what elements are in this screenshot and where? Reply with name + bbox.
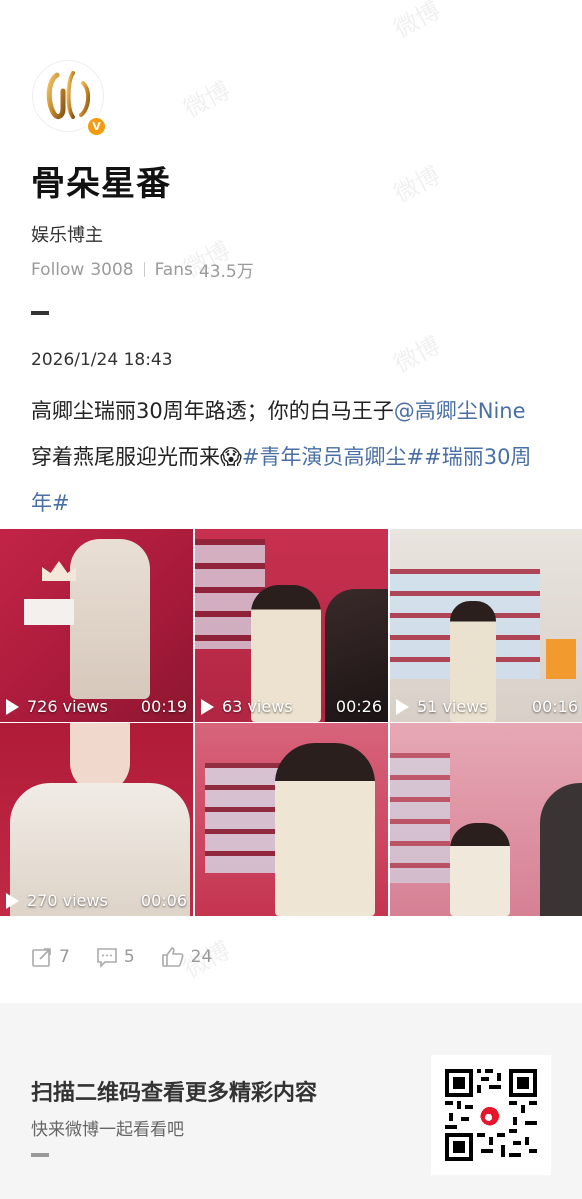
mention-link[interactable]: @高卿尘Nine: [394, 399, 526, 423]
comment-button[interactable]: 5: [96, 946, 135, 968]
divider-dash: [31, 1153, 49, 1157]
verified-badge-icon: V: [86, 116, 107, 137]
video-grid: 726 views 00:19 63 views 00:26 51 views …: [0, 529, 582, 916]
video-thumbnail[interactable]: 270 views 00:06: [0, 723, 193, 916]
person-figure: [70, 539, 150, 699]
video-meta: 270 views 00:06: [6, 891, 187, 910]
video-views: 726 views: [27, 697, 108, 716]
video-meta: 63 views 00:26: [201, 697, 382, 716]
follow-count[interactable]: 3008: [90, 260, 133, 280]
video-meta: 726 views 00:19: [6, 697, 187, 716]
like-button[interactable]: 24: [161, 946, 213, 968]
video-duration: 00:26: [335, 697, 382, 716]
fans-count[interactable]: 43.5万: [199, 257, 254, 282]
play-icon: [6, 892, 19, 909]
video-duration: 00:19: [140, 697, 187, 716]
comment-icon: [97, 948, 117, 968]
comment-count: 5: [123, 947, 135, 967]
play-icon: [6, 698, 19, 715]
watermark: 微博: [389, 0, 445, 44]
bystander-figure: [540, 783, 582, 916]
follow-label[interactable]: Follow: [31, 260, 84, 280]
qr-code-icon: [445, 1069, 537, 1161]
video-thumbnail[interactable]: 51 views 00:16: [390, 529, 582, 722]
video-duration: 00:16: [531, 697, 578, 716]
person-figure: [275, 743, 375, 916]
action-bar: 7 5 24: [31, 946, 238, 968]
profile-stats: Follow 3008 Fans 43.5万: [31, 257, 254, 283]
watermark: 微博: [179, 76, 235, 124]
video-thumbnail[interactable]: [195, 723, 388, 916]
video-meta: 51 views 00:16: [396, 697, 578, 716]
banner-sign: [24, 599, 74, 625]
like-count: 24: [190, 947, 213, 967]
watermark: 微博: [389, 331, 445, 379]
username[interactable]: 骨朵星番: [31, 156, 171, 205]
scream-emoji: 😱: [220, 445, 242, 469]
video-views: 270 views: [27, 891, 108, 910]
share-button[interactable]: 7: [31, 946, 70, 968]
post-text-prefix: 高卿尘瑞丽30周年路透；你的白马王子: [31, 399, 394, 423]
video-thumbnail[interactable]: 726 views 00:19: [0, 529, 193, 722]
person-figure: [450, 823, 510, 916]
display-shelf: [205, 763, 285, 873]
thumbs-up-icon: [161, 947, 184, 967]
post-text-middle: 穿着燕尾服迎光而来: [31, 445, 220, 469]
qr-code[interactable]: [431, 1055, 551, 1175]
video-thumbnail[interactable]: 63 views 00:26: [195, 529, 388, 722]
post-timestamp: 2026/1/24 18:43: [31, 350, 173, 370]
divider-dash: [31, 311, 49, 315]
footer-title: 扫描二维码查看更多精彩内容: [31, 1081, 318, 1106]
display-shelf: [390, 753, 450, 883]
user-role: 娱乐博主: [31, 225, 103, 246]
orange-stool: [546, 639, 576, 679]
fans-label[interactable]: Fans: [155, 260, 193, 280]
divider: [143, 262, 145, 277]
play-icon: [201, 698, 214, 715]
video-duration: 00:06: [140, 891, 187, 910]
watermark: 微博: [389, 161, 445, 209]
qr-footer: 扫描二维码查看更多精彩内容 快来微博一起看看吧: [0, 1003, 582, 1199]
video-thumbnail[interactable]: [390, 723, 582, 916]
video-views: 51 views: [417, 697, 488, 716]
share-icon: [32, 948, 51, 967]
video-views: 63 views: [222, 697, 293, 716]
hashtag-link[interactable]: #青年演员高卿尘#: [242, 445, 424, 469]
share-count: 7: [59, 947, 70, 967]
post-text: 高卿尘瑞丽30周年路透；你的白马王子@高卿尘Nine 穿着燕尾服迎光而来😱#青年…: [31, 388, 551, 526]
footer-subtitle: 快来微博一起看看吧: [31, 1120, 184, 1140]
play-icon: [396, 698, 409, 715]
